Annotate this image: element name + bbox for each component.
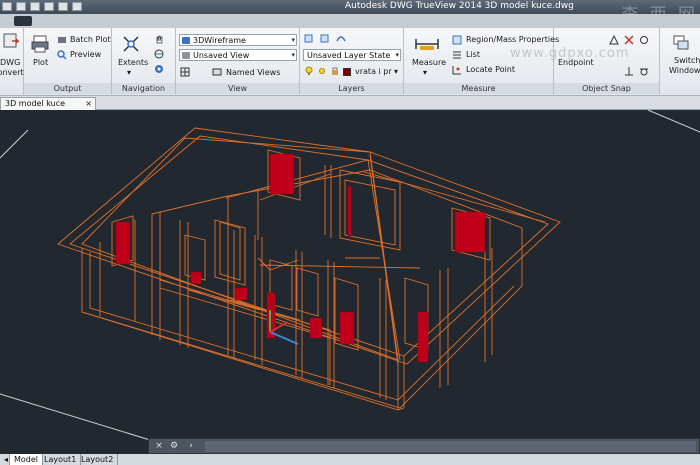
switch-windows-icon[interactable] bbox=[672, 34, 690, 52]
snap-perpendicular-icon[interactable] bbox=[624, 66, 634, 76]
dropdown-icon[interactable] bbox=[72, 2, 82, 11]
snap-tangent-icon[interactable] bbox=[639, 66, 649, 76]
saved-view-dropdown[interactable]: Unsaved View ▾ bbox=[179, 49, 297, 61]
panel-object-snap: Endpoint Object Snap bbox=[554, 28, 660, 96]
command-input[interactable] bbox=[205, 441, 696, 452]
preview-icon bbox=[57, 50, 67, 60]
extents-icon[interactable] bbox=[121, 34, 141, 54]
document-tab[interactable]: 3D model kuce × bbox=[0, 97, 96, 110]
layer-isolate-icon[interactable] bbox=[336, 34, 346, 44]
chevron-down-icon: ▾ bbox=[291, 51, 295, 59]
locate-point-button[interactable]: Locate Point bbox=[466, 65, 515, 74]
chevron-down-icon: ▾ bbox=[291, 36, 295, 44]
switch-windows-label-1: Switch bbox=[674, 56, 700, 65]
undo-icon[interactable] bbox=[58, 2, 68, 11]
ribbon: DWG Convert Plot Batch Plot Preview Outp… bbox=[0, 28, 700, 96]
region-mass-icon bbox=[452, 35, 462, 45]
layout-tab-bar: ◂ Model Layout1 Layout2 bbox=[0, 454, 700, 465]
ribbon-menu-toggle[interactable] bbox=[14, 16, 32, 26]
open-icon[interactable] bbox=[16, 2, 26, 11]
command-line: × ⚙ › bbox=[148, 438, 700, 454]
snap-midpoint-icon[interactable] bbox=[609, 35, 619, 45]
panel-navigation: Extents ▾ Navigation bbox=[112, 28, 176, 96]
extents-button[interactable]: Extents bbox=[118, 58, 148, 67]
batch-plot-button[interactable]: Batch Plot bbox=[70, 35, 111, 44]
steering-wheel-icon[interactable] bbox=[154, 64, 164, 74]
drawing-viewport[interactable] bbox=[0, 110, 700, 454]
layer-previous-icon[interactable] bbox=[320, 34, 330, 44]
measure-dropdown-icon[interactable]: ▾ bbox=[423, 68, 427, 77]
save-icon[interactable] bbox=[30, 2, 40, 11]
current-layer-value[interactable]: vrata i pr bbox=[355, 67, 392, 76]
preview-button[interactable]: Preview bbox=[70, 50, 101, 59]
panel-label-navigation: Navigation bbox=[112, 83, 175, 94]
tab-model[interactable]: Model bbox=[10, 454, 44, 465]
panel-label-measure: Measure bbox=[404, 83, 553, 94]
document-tab-bar: 3D model kuce × bbox=[0, 96, 700, 110]
snap-intersection-icon[interactable] bbox=[624, 35, 634, 45]
chevron-down-icon[interactable]: ▾ bbox=[394, 67, 398, 76]
switch-windows-label-2: Windows bbox=[669, 66, 700, 75]
dwg-convert-label-2: Convert bbox=[0, 68, 24, 77]
panel-switch-windows: Switch Windows bbox=[660, 28, 700, 96]
measure-icon[interactable] bbox=[414, 36, 440, 52]
command-prompt-icon[interactable]: › bbox=[185, 441, 197, 452]
visual-style-dropdown[interactable]: 3DWireframe ▾ bbox=[179, 34, 297, 46]
layer-color-swatch bbox=[343, 68, 351, 76]
tab-layout1[interactable]: Layout1 bbox=[40, 454, 82, 465]
tab-layout2[interactable]: Layout2 bbox=[77, 454, 119, 465]
visual-style-icon bbox=[182, 37, 190, 44]
lightbulb-icon[interactable] bbox=[304, 66, 314, 76]
panel-layers: Unsaved Layer State ▾ vrata i pr ▾ Layer… bbox=[300, 28, 404, 96]
panel-label-object-snap: Object Snap bbox=[554, 83, 659, 94]
panel-label-layers: Layers bbox=[300, 83, 403, 94]
close-icon[interactable]: × bbox=[85, 98, 92, 110]
plot-icon[interactable] bbox=[30, 34, 50, 54]
list-button[interactable]: List bbox=[466, 50, 480, 59]
region-mass-button[interactable]: Region/Mass Properties bbox=[466, 35, 559, 44]
locate-point-icon bbox=[452, 66, 461, 75]
panel-label-output: Output bbox=[24, 83, 111, 94]
print-icon[interactable] bbox=[44, 2, 54, 11]
sun-icon[interactable] bbox=[317, 66, 327, 76]
saved-view-value: Unsaved View bbox=[193, 51, 250, 60]
wrench-icon[interactable]: ⚙ bbox=[168, 441, 180, 452]
view-cube-icon bbox=[182, 52, 190, 59]
layer-state-value: Unsaved Layer State bbox=[307, 51, 391, 60]
title-bar: Autodesk DWG TrueView 2014 3D model kuce… bbox=[0, 0, 700, 25]
layer-state-dropdown[interactable]: Unsaved Layer State ▾ bbox=[303, 49, 401, 61]
layer-properties-icon[interactable] bbox=[304, 34, 314, 44]
new-icon[interactable] bbox=[2, 2, 12, 11]
panel-convert: DWG Convert bbox=[0, 28, 24, 96]
extents-dropdown-icon[interactable]: ▾ bbox=[127, 68, 131, 77]
snap-center-icon[interactable] bbox=[639, 35, 649, 45]
measure-button[interactable]: Measure bbox=[412, 58, 446, 67]
visual-style-value: 3DWireframe bbox=[193, 36, 246, 45]
wireframe-model bbox=[0, 110, 700, 441]
panel-measure: Measure ▾ Region/Mass Properties List Lo… bbox=[404, 28, 559, 96]
viewports-icon[interactable] bbox=[180, 67, 190, 77]
lock-icon[interactable] bbox=[330, 66, 340, 76]
orbit-icon[interactable] bbox=[154, 49, 164, 59]
window-title: Autodesk DWG TrueView 2014 3D model kuce… bbox=[345, 1, 574, 11]
plot-button[interactable]: Plot bbox=[33, 58, 48, 67]
nav-arrows-icon[interactable]: ◂ bbox=[0, 454, 10, 465]
dwg-convert-icon[interactable] bbox=[2, 32, 20, 50]
named-views-icon bbox=[212, 68, 222, 76]
panel-label-view: View bbox=[176, 83, 299, 94]
watermark-url: www.gdpxo.com bbox=[510, 46, 630, 61]
panel-output: Plot Batch Plot Preview Output bbox=[24, 28, 112, 96]
chevron-down-icon: ▾ bbox=[395, 51, 399, 59]
named-views-button[interactable]: Named Views bbox=[226, 68, 280, 77]
close-icon[interactable]: × bbox=[153, 441, 165, 452]
document-tab-label: 3D model kuce bbox=[5, 99, 66, 108]
ribbon-tab-row bbox=[0, 14, 700, 28]
dwg-convert-label-1: DWG bbox=[0, 58, 21, 67]
list-icon bbox=[453, 51, 461, 59]
batch-plot-icon bbox=[58, 37, 66, 43]
pan-icon[interactable] bbox=[154, 34, 164, 44]
panel-view: 3DWireframe ▾ Unsaved View ▾ Named Views… bbox=[176, 28, 300, 96]
